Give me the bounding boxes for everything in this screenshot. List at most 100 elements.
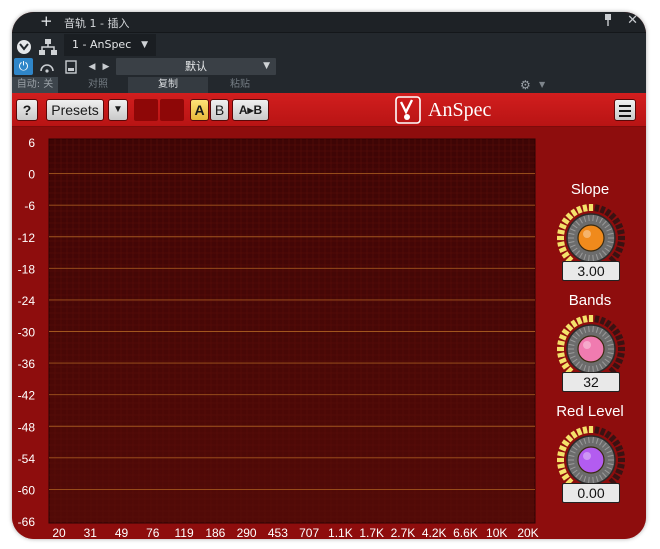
knob-tick <box>612 217 621 225</box>
menu-button[interactable] <box>614 99 636 121</box>
x-tick-label: 6.6K <box>453 526 478 539</box>
knob-tick <box>558 445 567 452</box>
knob-tick <box>558 223 567 230</box>
slope-label: Slope <box>570 181 610 198</box>
knob-tick <box>599 427 606 436</box>
hamburger-icon <box>619 105 631 107</box>
knob-tick <box>561 439 570 447</box>
pin-icon[interactable] <box>604 14 612 26</box>
knob-tick <box>612 439 621 447</box>
y-tick-label: -12 <box>18 231 36 245</box>
channel-editor-icon[interactable] <box>14 37 34 57</box>
paste-button[interactable]: 粘贴 <box>212 77 268 93</box>
plugin-name: AnSpec <box>428 99 492 121</box>
compare-button[interactable]: 对照 <box>72 77 124 93</box>
knob-grip <box>588 365 590 372</box>
knob-tick <box>558 334 567 341</box>
knob-tick <box>604 319 612 328</box>
knob-tick <box>599 205 606 214</box>
x-tick-label: 4.2K <box>422 526 447 539</box>
y-tick-label: -6 <box>24 199 35 213</box>
knob-grip <box>588 215 590 222</box>
knob-tick <box>558 468 567 475</box>
gear-icon[interactable]: ⚙ <box>520 77 534 93</box>
preset-a-button[interactable]: A <box>190 99 209 121</box>
automation-toggle[interactable]: 自动: 关 <box>12 77 58 93</box>
knob-grip <box>588 326 590 333</box>
spectrum-analyzer: 6 0 -6 -12 -18 -24 -30 -36 -42 -48 -54 -60 -66 20 31 4… <box>18 136 539 539</box>
x-tick-label: 186 <box>205 526 225 539</box>
knob-tick <box>576 427 583 436</box>
save-preset-icon[interactable] <box>64 59 78 75</box>
knob-grip <box>592 254 594 261</box>
knob-tick <box>615 334 624 341</box>
preset-menu-button[interactable]: ▼ <box>108 99 128 121</box>
undo-slot <box>134 99 158 121</box>
host-actions-row: 自动: 关 对照 复制 粘贴 ⚙ ▼ <box>12 77 646 93</box>
x-tick-label: 119 <box>174 526 193 539</box>
knob-tick <box>565 323 574 332</box>
next-preset-icon[interactable]: ▶ <box>100 59 112 75</box>
knob-tick <box>561 473 570 481</box>
knob-tick <box>561 217 570 225</box>
knob-grip <box>588 437 590 444</box>
copy-a-to-b-button[interactable]: A▸B <box>232 99 269 121</box>
y-tick-label: 0 <box>28 168 35 182</box>
knob-highlight <box>583 230 591 238</box>
plugin-slot-tab[interactable]: 1 - AnSpec ▼ <box>64 34 156 56</box>
bands-value[interactable]: 32 <box>562 372 620 392</box>
y-tick-label: -66 <box>18 515 36 529</box>
knob-cap <box>577 224 605 252</box>
knob-tick <box>608 434 617 443</box>
help-button[interactable]: ? <box>16 99 38 121</box>
knob-tick <box>570 319 578 328</box>
vendor-logo-icon <box>395 96 421 124</box>
presets-button[interactable]: Presets <box>46 99 104 121</box>
window-title-bar: + 音轨 1 - 插入 ✕ <box>12 12 646 32</box>
y-tick-label: -24 <box>18 294 36 308</box>
y-tick-label: -36 <box>18 357 36 371</box>
close-icon[interactable]: ✕ <box>627 13 638 28</box>
copy-button[interactable]: 复制 <box>128 77 208 93</box>
knob-tick <box>617 340 625 346</box>
preset-b-button[interactable]: B <box>210 99 229 121</box>
red-level-value[interactable]: 0.00 <box>562 483 620 503</box>
x-tick-label: 290 <box>237 526 257 539</box>
knob-tick <box>615 445 624 452</box>
knob-tick <box>615 357 624 364</box>
x-tick-label: 2.7K <box>391 526 416 539</box>
preset-select-value: 默认 <box>185 60 207 73</box>
preset-select[interactable]: 默认 ▼ <box>116 58 276 75</box>
knob-tick <box>615 223 624 230</box>
knob-tick <box>558 246 567 253</box>
knob-tick <box>582 426 588 434</box>
knob-grip <box>592 365 594 372</box>
chevron-down-icon[interactable]: ▼ <box>539 77 549 93</box>
chevron-down-icon: ▼ <box>263 61 270 71</box>
slope-value[interactable]: 3.00 <box>562 261 620 281</box>
knob-grip <box>592 437 594 444</box>
x-tick-label: 453 <box>268 526 288 539</box>
y-tick-label: 6 <box>28 136 35 150</box>
x-tick-label: 20 <box>52 526 66 539</box>
knob-grip <box>588 476 590 483</box>
knob-tick <box>561 251 570 259</box>
bypass-icon[interactable] <box>38 59 56 75</box>
y-tick-label: -60 <box>18 483 36 497</box>
add-icon[interactable]: + <box>40 13 53 29</box>
y-tick-label: -30 <box>18 326 36 340</box>
knob-tick <box>615 468 624 475</box>
knob-tick <box>557 463 565 469</box>
knob-tick <box>576 205 583 214</box>
x-tick-label: 1.1K <box>328 526 353 539</box>
x-tick-label: 20K <box>517 526 538 539</box>
knob-cap <box>577 335 605 363</box>
knob-tick <box>561 328 570 336</box>
knob-tick <box>608 212 617 221</box>
previous-preset-icon[interactable]: ◀ <box>86 59 98 75</box>
knob-tick <box>582 204 588 212</box>
routing-icon[interactable] <box>38 37 58 57</box>
knob-tick <box>557 451 565 457</box>
power-icon[interactable]: ⏻ <box>14 58 33 75</box>
knob-tick <box>557 352 565 358</box>
